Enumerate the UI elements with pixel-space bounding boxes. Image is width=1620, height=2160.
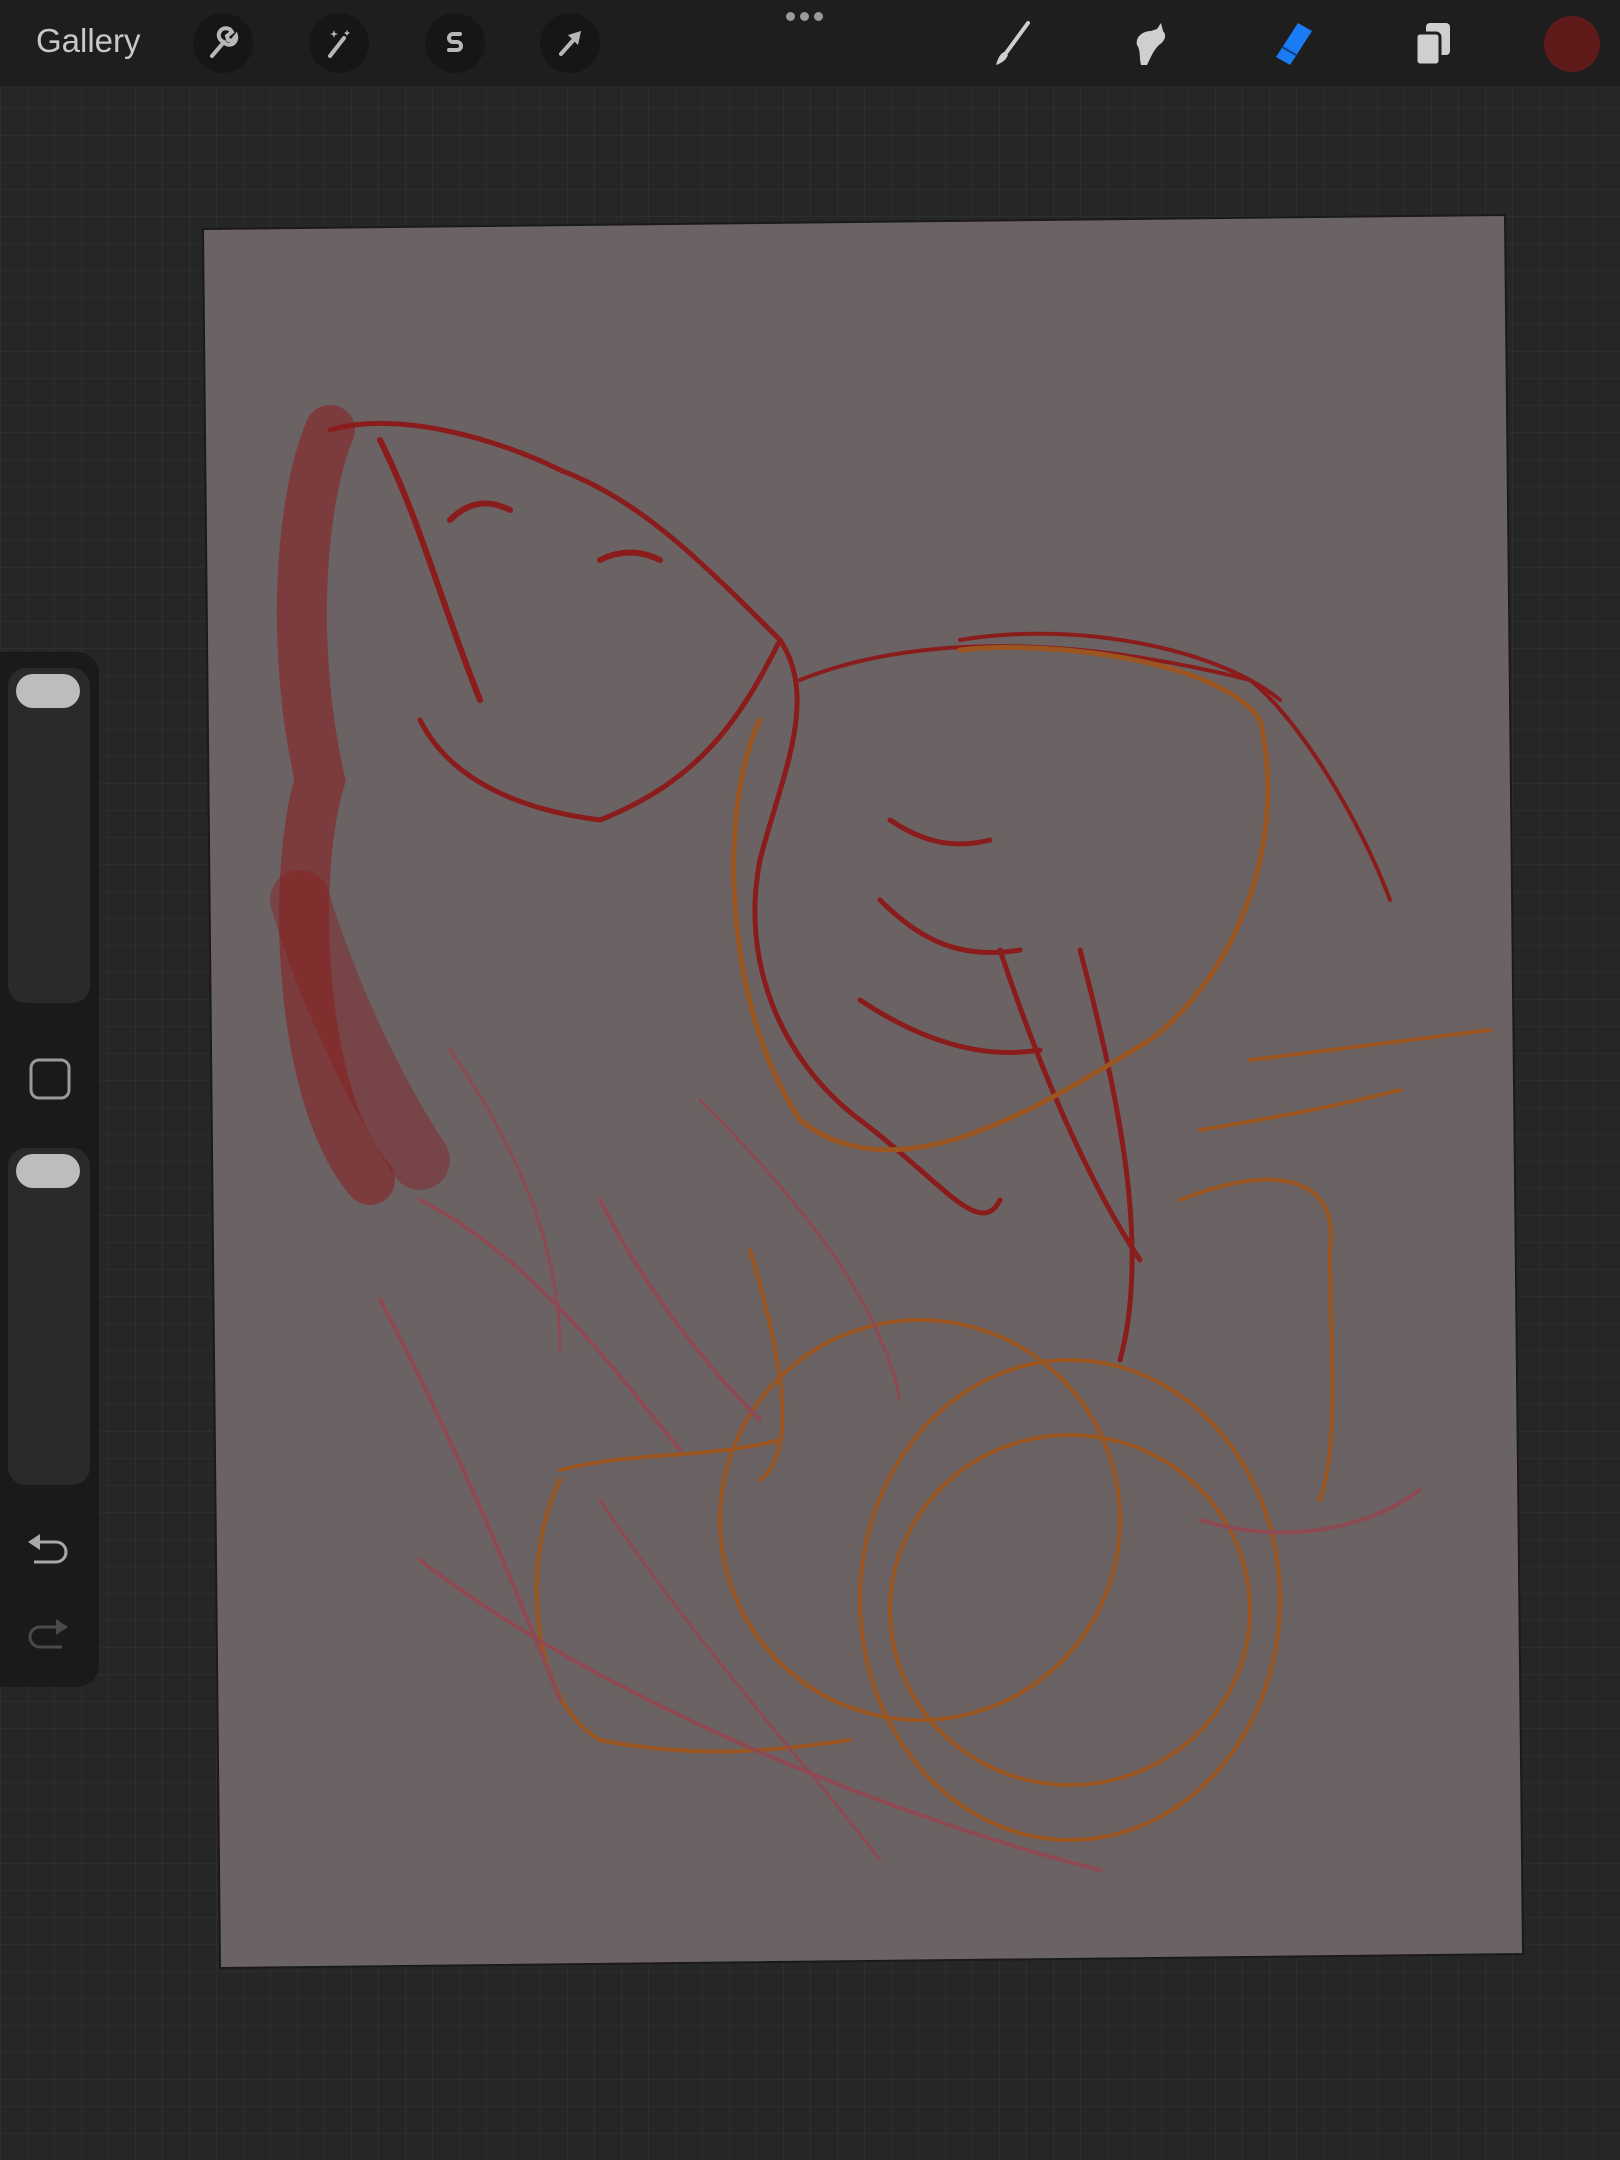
brush-size-handle[interactable]: [16, 674, 80, 708]
left-sidebar: [0, 652, 99, 1687]
undo-button[interactable]: [26, 1532, 70, 1573]
brush-size-slider[interactable]: [8, 668, 90, 1003]
opacity-handle[interactable]: [16, 1154, 80, 1188]
redo-icon: [28, 1619, 68, 1649]
undo-icon: [28, 1534, 68, 1564]
square-icon: [29, 1058, 71, 1100]
opacity-slider[interactable]: [8, 1148, 90, 1485]
drawing-canvas[interactable]: [0, 0, 1620, 2160]
modify-button[interactable]: [28, 1057, 71, 1100]
redo-button[interactable]: [26, 1617, 70, 1658]
